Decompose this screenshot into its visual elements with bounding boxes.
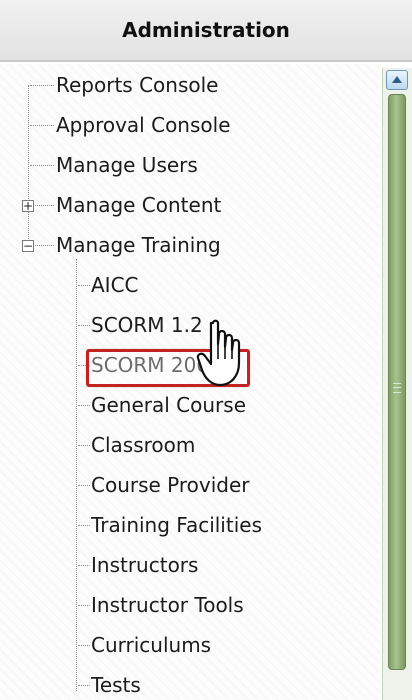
admin-panel: Administration Reports Console Approval …: [0, 0, 412, 700]
tree-connector: [78, 445, 90, 447]
tree-item-curriculums[interactable]: Curriculums: [91, 630, 211, 660]
tree-connector: [78, 645, 90, 647]
tree-connector: [30, 165, 54, 167]
tree-connector: [35, 205, 54, 207]
tree-connector: [78, 285, 90, 287]
tree-item-manage-training[interactable]: Manage Training: [56, 230, 221, 260]
tree-connector: [78, 485, 90, 487]
hand-cursor-icon: [196, 319, 241, 387]
scroll-thumb[interactable]: [388, 94, 406, 670]
tree-item-general-course[interactable]: General Course: [91, 390, 246, 420]
tree-connector: [78, 525, 90, 527]
tree-connector-trunk: [28, 85, 30, 239]
navigation-tree: Reports Console Approval Console Manage …: [0, 64, 380, 700]
panel-title: Administration: [0, 0, 412, 62]
tree-item-scorm-1-2[interactable]: SCORM 1.2: [91, 310, 203, 340]
tree-connector: [30, 85, 54, 87]
tree-item-course-provider[interactable]: Course Provider: [91, 470, 250, 500]
tree-item-approval-console[interactable]: Approval Console: [56, 110, 231, 140]
tree-item-manage-content[interactable]: Manage Content: [56, 190, 221, 220]
tree-item-tests[interactable]: Tests: [91, 670, 141, 700]
tree-connector: [78, 605, 90, 607]
tree-connector: [35, 245, 54, 247]
tree-item-manage-users[interactable]: Manage Users: [56, 150, 198, 180]
tree-item-instructor-tools[interactable]: Instructor Tools: [91, 590, 244, 620]
tree-connector: [78, 325, 90, 327]
tree-connector: [78, 565, 90, 567]
tree-item-reports-console[interactable]: Reports Console: [56, 70, 218, 100]
tree-item-training-facilities[interactable]: Training Facilities: [91, 510, 262, 540]
minus-icon[interactable]: −: [22, 240, 34, 252]
chevron-up-icon[interactable]: [386, 70, 408, 90]
grip-icon: [393, 383, 401, 393]
tree-connector: [78, 685, 90, 687]
tree-connector: [78, 405, 90, 407]
tree-connector-child-trunk: [76, 259, 78, 691]
plus-icon[interactable]: +: [22, 200, 34, 212]
vertical-scrollbar[interactable]: [382, 68, 412, 700]
tree-item-aicc[interactable]: AICC: [91, 270, 139, 300]
tree-item-instructors[interactable]: Instructors: [91, 550, 198, 580]
tree-item-classroom[interactable]: Classroom: [91, 430, 195, 460]
tree-connector: [30, 125, 54, 127]
